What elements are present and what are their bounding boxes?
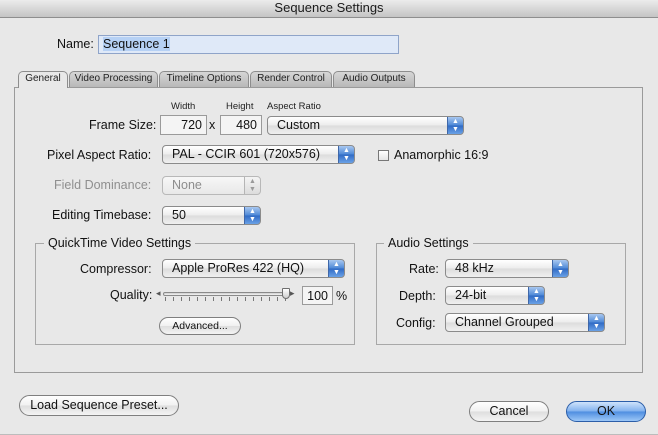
pixel-aspect-popup[interactable]: PAL - CCIR 601 (720x576) ▲ ▼ — [162, 145, 355, 164]
compressor-popup[interactable]: Apple ProRes 422 (HQ) ▲ ▼ — [162, 259, 345, 278]
quality-slider-ticks — [165, 297, 289, 301]
quality-max-arrow-icon: ▸ — [290, 288, 295, 298]
popup-arrows-icon: ▲ ▼ — [447, 117, 463, 134]
quicktime-settings-title: QuickTime Video Settings — [44, 236, 196, 250]
config-popup[interactable]: Channel Grouped ▲ ▼ — [445, 313, 605, 332]
times-sign: x — [209, 118, 216, 132]
window-title-bar[interactable]: Sequence Settings — [0, 0, 658, 18]
editing-timebase-label: Editing Timebase: — [52, 208, 152, 222]
editing-timebase-popup[interactable]: 50 ▲ ▼ — [162, 206, 261, 225]
anamorphic-label: Anamorphic 16:9 — [394, 148, 489, 162]
depth-popup[interactable]: 24-bit ▲ ▼ — [445, 286, 545, 305]
width-header: Width — [171, 101, 196, 112]
tab-timeline-options[interactable]: Timeline Options — [159, 71, 249, 87]
compressor-label: Compressor: — [80, 262, 152, 276]
sequence-name-input[interactable]: Sequence 1 — [98, 35, 399, 54]
rate-label: Rate: — [409, 262, 439, 276]
frame-width-field[interactable]: 720 — [160, 115, 207, 135]
config-label: Config: — [396, 316, 436, 330]
popup-arrows-icon: ▲ ▼ — [588, 314, 604, 331]
window-title: Sequence Settings — [274, 0, 384, 15]
sequence-name-value: Sequence 1 — [103, 37, 170, 51]
name-label: Name: — [57, 37, 94, 51]
popup-arrows-icon: ▲ ▼ — [552, 260, 568, 277]
quality-label: Quality: — [110, 288, 153, 302]
quality-unit: % — [336, 289, 348, 303]
aspect-ratio-header: Aspect Ratio — [267, 101, 321, 112]
audio-settings-title: Audio Settings — [384, 236, 473, 250]
popup-arrows-icon: ▲ ▼ — [244, 177, 260, 194]
field-dominance-popup[interactable]: None ▲ ▼ — [162, 176, 261, 195]
tab-render-control[interactable]: Render Control — [250, 71, 332, 87]
quality-min-arrow-icon: ◂ — [156, 288, 161, 298]
tab-audio-outputs[interactable]: Audio Outputs — [333, 71, 415, 87]
frame-height-field[interactable]: 480 — [220, 115, 262, 135]
tab-video-processing[interactable]: Video Processing — [69, 71, 158, 87]
frame-size-label: Frame Size: — [89, 118, 157, 132]
popup-arrows-icon: ▲ ▼ — [244, 207, 260, 224]
rate-popup[interactable]: 48 kHz ▲ ▼ — [445, 259, 569, 278]
quality-slider[interactable] — [163, 292, 290, 296]
popup-arrows-icon: ▲ ▼ — [328, 260, 344, 277]
height-header: Height — [226, 101, 254, 112]
anamorphic-checkbox[interactable] — [378, 150, 389, 161]
popup-arrows-icon: ▲ ▼ — [528, 287, 544, 304]
field-dominance-label: Field Dominance: — [54, 178, 152, 192]
pixel-aspect-label: Pixel Aspect Ratio: — [47, 148, 152, 162]
aspect-ratio-popup[interactable]: Custom ▲ ▼ — [267, 116, 464, 135]
load-sequence-preset-button[interactable]: Load Sequence Preset... — [19, 395, 179, 416]
tab-general[interactable]: General — [18, 71, 68, 88]
quality-slider-thumb[interactable] — [282, 288, 290, 299]
cancel-button[interactable]: Cancel — [469, 401, 549, 422]
advanced-button[interactable]: Advanced... — [159, 317, 241, 335]
depth-label: Depth: — [399, 289, 436, 303]
popup-arrows-icon: ▲ ▼ — [338, 146, 354, 163]
ok-button[interactable]: OK — [566, 401, 646, 422]
quality-value-field[interactable]: 100 — [302, 286, 333, 305]
